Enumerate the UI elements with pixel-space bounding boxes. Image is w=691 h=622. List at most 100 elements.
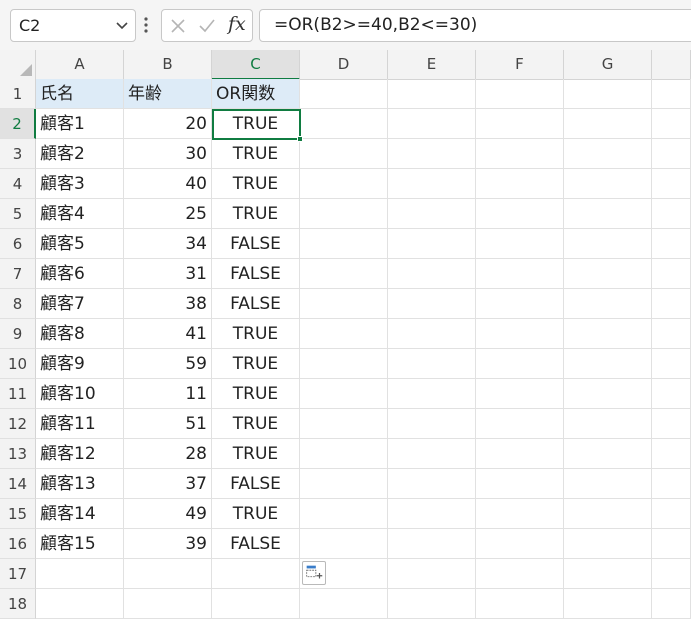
cell-a[interactable]: 顧客1 (36, 109, 124, 139)
empty-cell[interactable] (388, 499, 476, 529)
cell-b[interactable]: 51 (124, 409, 212, 439)
column-header-b[interactable]: B (124, 50, 212, 80)
empty-cell[interactable] (564, 319, 652, 349)
empty-cell[interactable] (476, 319, 564, 349)
empty-cell[interactable] (652, 409, 691, 439)
cell-c[interactable]: FALSE (212, 229, 300, 259)
empty-cell[interactable] (300, 169, 388, 199)
empty-cell[interactable] (652, 379, 691, 409)
more-options-icon[interactable] (143, 15, 149, 35)
cell-c[interactable]: TRUE (212, 109, 300, 139)
row-header[interactable]: 8 (0, 289, 36, 319)
cell-a[interactable]: 顧客3 (36, 169, 124, 199)
cell-b[interactable] (124, 589, 212, 619)
empty-cell[interactable] (564, 199, 652, 229)
empty-cell[interactable] (564, 589, 652, 619)
empty-cell[interactable] (564, 439, 652, 469)
cell-b[interactable]: 40 (124, 169, 212, 199)
cell-c[interactable]: FALSE (212, 529, 300, 559)
row-header[interactable]: 18 (0, 589, 36, 619)
empty-cell[interactable] (652, 529, 691, 559)
empty-cell[interactable] (476, 109, 564, 139)
quick-analysis-icon[interactable] (302, 561, 326, 585)
empty-cell[interactable] (388, 409, 476, 439)
empty-cell[interactable] (652, 169, 691, 199)
row-header[interactable]: 16 (0, 529, 36, 559)
header-cell-a[interactable]: 氏名 (36, 79, 124, 109)
cell-c[interactable]: TRUE (212, 379, 300, 409)
cell-b[interactable]: 41 (124, 319, 212, 349)
cell-b[interactable]: 31 (124, 259, 212, 289)
cell-a[interactable]: 顧客13 (36, 469, 124, 499)
cell-c[interactable]: FALSE (212, 289, 300, 319)
empty-cell[interactable] (652, 79, 691, 109)
cell-c[interactable]: TRUE (212, 169, 300, 199)
select-all-corner[interactable] (0, 50, 36, 80)
empty-cell[interactable] (300, 319, 388, 349)
empty-cell[interactable] (564, 169, 652, 199)
empty-cell[interactable] (652, 589, 691, 619)
empty-cell[interactable] (652, 229, 691, 259)
empty-cell[interactable] (300, 199, 388, 229)
row-header[interactable]: 6 (0, 229, 36, 259)
row-header[interactable]: 11 (0, 379, 36, 409)
cell-b[interactable]: 11 (124, 379, 212, 409)
row-header[interactable]: 5 (0, 199, 36, 229)
empty-cell[interactable] (388, 589, 476, 619)
empty-cell[interactable] (300, 409, 388, 439)
empty-cell[interactable] (476, 469, 564, 499)
empty-cell[interactable] (300, 589, 388, 619)
empty-cell[interactable] (564, 79, 652, 109)
insert-function-icon[interactable]: fx (228, 13, 246, 35)
empty-cell[interactable] (476, 349, 564, 379)
row-header[interactable]: 13 (0, 439, 36, 469)
empty-cell[interactable] (388, 169, 476, 199)
empty-cell[interactable] (476, 289, 564, 319)
empty-cell[interactable] (476, 499, 564, 529)
header-cell-c[interactable]: OR関数 (212, 79, 300, 109)
empty-cell[interactable] (652, 319, 691, 349)
cell-a[interactable]: 顧客5 (36, 229, 124, 259)
empty-cell[interactable] (652, 259, 691, 289)
cell-a[interactable]: 顧客6 (36, 259, 124, 289)
empty-cell[interactable] (300, 229, 388, 259)
empty-cell[interactable] (300, 109, 388, 139)
cell-a[interactable]: 顧客9 (36, 349, 124, 379)
empty-cell[interactable] (652, 349, 691, 379)
empty-cell[interactable] (300, 469, 388, 499)
cell-c[interactable] (212, 559, 300, 589)
cell-a[interactable]: 顧客10 (36, 379, 124, 409)
column-header-c[interactable]: C (212, 50, 300, 80)
empty-cell[interactable] (300, 79, 388, 109)
empty-cell[interactable] (300, 259, 388, 289)
row-header[interactable]: 10 (0, 349, 36, 379)
cell-a[interactable]: 顧客2 (36, 139, 124, 169)
empty-cell[interactable] (388, 469, 476, 499)
empty-cell[interactable] (388, 349, 476, 379)
empty-cell[interactable] (476, 439, 564, 469)
name-box[interactable]: C2 (10, 9, 136, 42)
row-header[interactable]: 3 (0, 139, 36, 169)
cell-a[interactable]: 顧客8 (36, 319, 124, 349)
empty-cell[interactable] (388, 529, 476, 559)
column-header-d[interactable]: D (300, 50, 388, 80)
empty-cell[interactable] (300, 439, 388, 469)
row-header[interactable]: 4 (0, 169, 36, 199)
chevron-down-icon[interactable] (115, 19, 129, 33)
cell-c[interactable]: FALSE (212, 469, 300, 499)
row-header[interactable]: 15 (0, 499, 36, 529)
empty-cell[interactable] (476, 199, 564, 229)
cell-b[interactable]: 30 (124, 139, 212, 169)
empty-cell[interactable] (476, 229, 564, 259)
cell-b[interactable]: 28 (124, 439, 212, 469)
cancel-icon[interactable] (170, 18, 186, 34)
empty-cell[interactable] (652, 439, 691, 469)
cell-b[interactable]: 37 (124, 469, 212, 499)
empty-cell[interactable] (388, 139, 476, 169)
cell-b[interactable]: 38 (124, 289, 212, 319)
row-header[interactable]: 17 (0, 559, 36, 589)
column-header-e[interactable]: E (388, 50, 476, 80)
empty-cell[interactable] (564, 289, 652, 319)
empty-cell[interactable] (388, 319, 476, 349)
empty-cell[interactable] (476, 169, 564, 199)
